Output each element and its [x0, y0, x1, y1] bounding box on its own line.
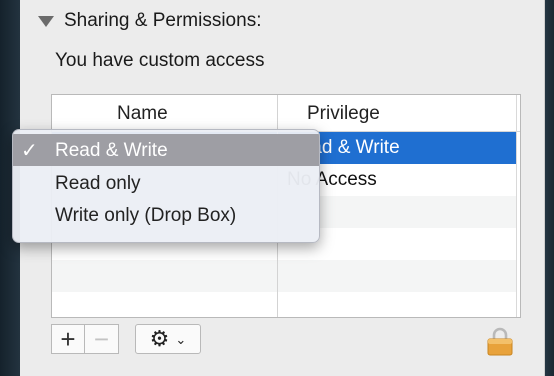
add-user-button[interactable]: + — [51, 324, 85, 354]
menu-item-label: Read & Write — [55, 140, 168, 161]
privilege-popup-menu: ✓ Read & Write Read only Write only (Dro… — [12, 129, 320, 243]
desktop-background-right — [544, 0, 554, 376]
remove-user-button[interactable]: − — [85, 324, 119, 354]
table-header: Name Privilege — [52, 95, 520, 132]
disclosure-triangle-icon[interactable] — [38, 15, 54, 27]
scrollbar-track[interactable] — [516, 95, 517, 317]
menu-item-read-write[interactable]: ✓ Read & Write — [13, 134, 319, 166]
menu-item-read-only[interactable]: Read only — [13, 167, 319, 199]
access-note: You have custom access — [55, 50, 265, 71]
menu-item-label: Read only — [55, 173, 141, 194]
menu-item-label: Write only (Drop Box) — [55, 205, 237, 226]
sharing-permissions-header[interactable]: Sharing & Permissions: — [38, 8, 261, 34]
action-menu-button[interactable]: ⚙ ⌄ — [135, 324, 201, 354]
column-header-privilege[interactable]: Privilege — [307, 95, 380, 131]
checkmark-icon: ✓ — [21, 140, 38, 162]
menu-item-write-only[interactable]: Write only (Drop Box) — [13, 199, 319, 231]
table-row — [52, 292, 516, 317]
section-title: Sharing & Permissions: — [64, 10, 262, 31]
gear-icon: ⚙ — [149, 326, 170, 351]
column-header-name[interactable]: Name — [117, 95, 168, 131]
lock-icon[interactable] — [486, 326, 514, 356]
table-row — [52, 260, 516, 292]
add-remove-segment: + − — [51, 324, 119, 354]
chevron-down-icon: ⌄ — [175, 331, 187, 347]
